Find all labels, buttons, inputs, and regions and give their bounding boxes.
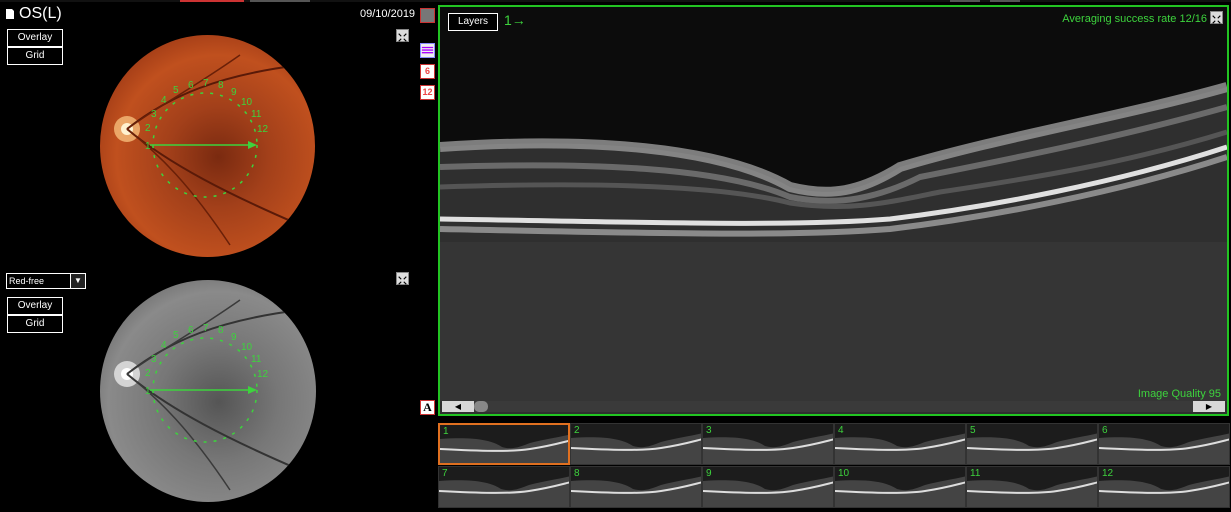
eye-label: OS(L) [19, 5, 62, 22]
thumbnail-number: 2 [574, 425, 580, 436]
thumbnail-number: 4 [838, 425, 844, 436]
oct-bscan-panel[interactable]: Layers 1→ Averaging success rate 12/16 I… [438, 5, 1229, 416]
layers-button[interactable]: Layers [448, 13, 498, 31]
thumbnail-bscan [703, 424, 833, 464]
thumbnail-number: 3 [706, 425, 712, 436]
top-tab-strip [0, 0, 1231, 2]
grid-num: 7 [203, 323, 209, 334]
thumbnail-number: 8 [574, 468, 580, 479]
grid-num: 2 [145, 368, 151, 379]
grid-num: 11 [251, 354, 262, 365]
scan-thumbnail[interactable]: 9 [702, 466, 834, 508]
grid-num: 8 [218, 325, 224, 336]
grid-num: 3 [151, 354, 157, 365]
scan-thumbnail[interactable]: 8 [570, 466, 702, 508]
image-quality: Image Quality 95 [1137, 388, 1221, 400]
averaging-success-rate: Averaging success rate 12/16 [1062, 13, 1207, 25]
scroll-left-icon[interactable]: ◀ [442, 401, 474, 412]
grid-num: 6 [188, 325, 194, 336]
scan-grid-overlay-bottom: 1 2 3 4 5 6 7 8 9 10 11 12 [145, 323, 269, 443]
oct-scrollbar[interactable]: ◀ ▶ [442, 401, 1225, 412]
thumbnail-number: 5 [970, 425, 976, 436]
expand-icon-bottom[interactable] [396, 272, 409, 285]
scan-thumbnail[interactable]: 5 [966, 423, 1098, 465]
thumbnail-bscan [1099, 467, 1229, 507]
thumbnail-bscan [835, 424, 965, 464]
thumbnail-bscan [571, 467, 701, 507]
grid-num: 10 [241, 342, 253, 353]
scan-thumbnail[interactable]: 4 [834, 423, 966, 465]
oct-scan-icon[interactable] [420, 8, 435, 23]
grid-num: 1 [145, 386, 151, 397]
fundus-mode-select[interactable]: Red-free ▼ [6, 273, 86, 289]
scan-thumbnail-strip: 1 2 3 4 5 6 7 8 9 10 11 12 [438, 423, 1230, 509]
grid-num: 4 [161, 340, 167, 351]
thumbnail-bscan [967, 467, 1097, 507]
grid-button-top[interactable]: Grid [7, 47, 63, 65]
scan-grid-overlay-top: 1 2 3 4 5 6 7 8 9 10 11 12 [145, 78, 269, 198]
grid-num: 9 [231, 87, 237, 98]
grid-num: 6 [188, 80, 194, 91]
scan-thumbnail[interactable]: 10 [834, 466, 966, 508]
grid-num: 8 [218, 80, 224, 91]
thumbnail-bscan [967, 424, 1097, 464]
thumbnail-bscan [571, 424, 701, 464]
thumbnail-number: 10 [838, 468, 850, 479]
scan-thumbnail[interactable]: 6 [1098, 423, 1230, 465]
thumbnail-bscan [703, 467, 833, 507]
scroll-thumb[interactable] [474, 401, 488, 412]
grid-num: 2 [145, 123, 151, 134]
fundus-mode-value: Red-free [9, 276, 45, 286]
oct-bscan-image [440, 7, 1227, 414]
expand-icon-oct[interactable] [1210, 11, 1223, 24]
thumbnail-number: 9 [706, 468, 712, 479]
exam-date: 09/10/2019 [360, 8, 416, 20]
scan-thumbnail[interactable]: 11 [966, 466, 1098, 508]
annotate-icon[interactable]: A [420, 400, 435, 415]
chevron-down-icon[interactable]: ▼ [70, 274, 85, 288]
eye-header: OS(L) [5, 5, 62, 23]
grid-num: 12 [257, 369, 269, 380]
thumbnail-number: 1 [443, 426, 449, 437]
overlay-button-top[interactable]: Overlay [7, 29, 63, 47]
grid-num: 7 [203, 78, 209, 89]
thumbnail-bscan [835, 467, 965, 507]
grid-num: 5 [173, 85, 179, 96]
scan-thumbnail[interactable]: 3 [702, 423, 834, 465]
overlay-button-bottom[interactable]: Overlay [7, 297, 63, 315]
grid-num: 3 [151, 109, 157, 120]
scroll-right-icon[interactable]: ▶ [1193, 401, 1225, 412]
grid-button-bottom[interactable]: Grid [7, 315, 63, 333]
thumbnail-bscan [1099, 424, 1229, 464]
thumbnail-number: 11 [970, 468, 981, 479]
grid-num: 10 [241, 97, 253, 108]
thumbnail-number: 6 [1102, 425, 1108, 436]
scan-indicator: 1→ [504, 12, 526, 28]
thumbnail-number: 12 [1102, 468, 1114, 479]
scan-thumbnail[interactable]: 7 [438, 466, 570, 508]
expand-icon-top[interactable] [396, 29, 409, 42]
grid-num: 4 [161, 95, 167, 106]
grid-num: 1 [145, 141, 151, 152]
thumbnail-bscan [440, 425, 568, 463]
layers-icon[interactable] [420, 43, 435, 58]
document-icon [6, 9, 14, 19]
scan-thumbnail[interactable]: 1 [438, 423, 570, 465]
scan-thumbnail[interactable]: 12 [1098, 466, 1230, 508]
scan-thumbnail[interactable]: 2 [570, 423, 702, 465]
six-line-icon[interactable]: 6 [420, 64, 435, 79]
grid-num: 12 [257, 124, 269, 135]
twelve-line-icon[interactable]: 12 [420, 85, 435, 100]
grid-num: 9 [231, 332, 237, 343]
grid-num: 11 [251, 109, 262, 120]
thumbnail-number: 7 [442, 468, 448, 479]
thumbnail-bscan [439, 467, 569, 507]
grid-num: 5 [173, 330, 179, 341]
